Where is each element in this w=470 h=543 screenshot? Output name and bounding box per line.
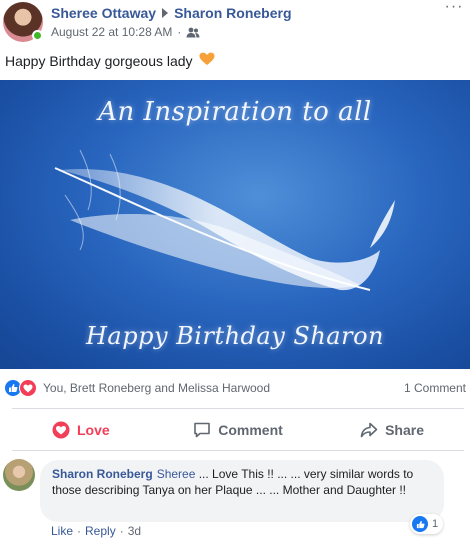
divider [12,408,464,409]
like-icon [412,516,428,532]
post-timestamp[interactable]: August 22 at 10:28 AM [51,25,172,39]
meta-separator: · [177,25,182,39]
target-name-link[interactable]: Sharon Roneberg [174,5,291,21]
reaction-icons[interactable] [4,379,37,397]
feather-illustration [54,149,395,291]
post-author-line: Sheree Ottaway Sharon Roneberg [51,5,292,21]
online-status-icon [32,30,43,41]
friends-icon[interactable] [186,27,200,38]
comment-label: Comment [218,422,283,438]
post-text: Happy Birthday gorgeous lady [5,52,215,69]
comment-footer: Like · Reply · 3d [51,524,141,538]
footer-separator: · [119,524,124,538]
post-meta: August 22 at 10:28 AM · [51,25,200,39]
comment-icon [194,422,211,438]
comment-count-link[interactable]: 1 Comment [404,381,466,395]
comment-button[interactable]: Comment [176,413,300,447]
comment-like-link[interactable]: Like [51,524,73,538]
image-bottom-text: Happy Birthday Sharon [86,322,384,350]
share-label: Share [385,422,424,438]
comment-mention-link[interactable]: Sheree [157,467,196,481]
post-message: Happy Birthday gorgeous lady [5,52,193,69]
post-image[interactable]: An Inspiration to all Happy Birthday Sha… [0,80,470,369]
love-label: Love [77,422,110,438]
image-top-text: An Inspiration to all [98,97,372,127]
love-button[interactable]: Love [0,413,176,447]
post-actions: Love Comment Share [0,413,470,447]
love-icon [52,421,70,439]
share-button[interactable]: Share [300,413,470,447]
comment-age[interactable]: 3d [128,524,141,538]
comment-author-link[interactable]: Sharon Roneberg [52,467,153,481]
orange-heart-icon [199,52,215,69]
comment-reply-link[interactable]: Reply [85,524,116,538]
author-name-link[interactable]: Sheree Ottaway [51,5,156,21]
comment-reaction-badge[interactable]: 1 [410,514,444,534]
share-icon [360,422,378,438]
right-arrow-icon [162,8,169,18]
post-header: Sheree Ottaway Sharon Roneberg August 22… [0,0,470,46]
comment-like-count: 1 [432,518,439,530]
love-icon [19,379,37,397]
footer-separator: · [77,524,82,538]
more-options-button[interactable]: ··· [442,0,466,18]
comment-bubble: Sharon Roneberg Sheree ... Love This !! .… [40,460,444,522]
commenter-avatar[interactable] [3,459,35,491]
reactions-summary: You, Brett Roneberg and Melissa Harwood … [0,375,470,403]
divider [12,450,464,451]
reaction-names-link[interactable]: You, Brett Roneberg and Melissa Harwood [43,381,270,395]
